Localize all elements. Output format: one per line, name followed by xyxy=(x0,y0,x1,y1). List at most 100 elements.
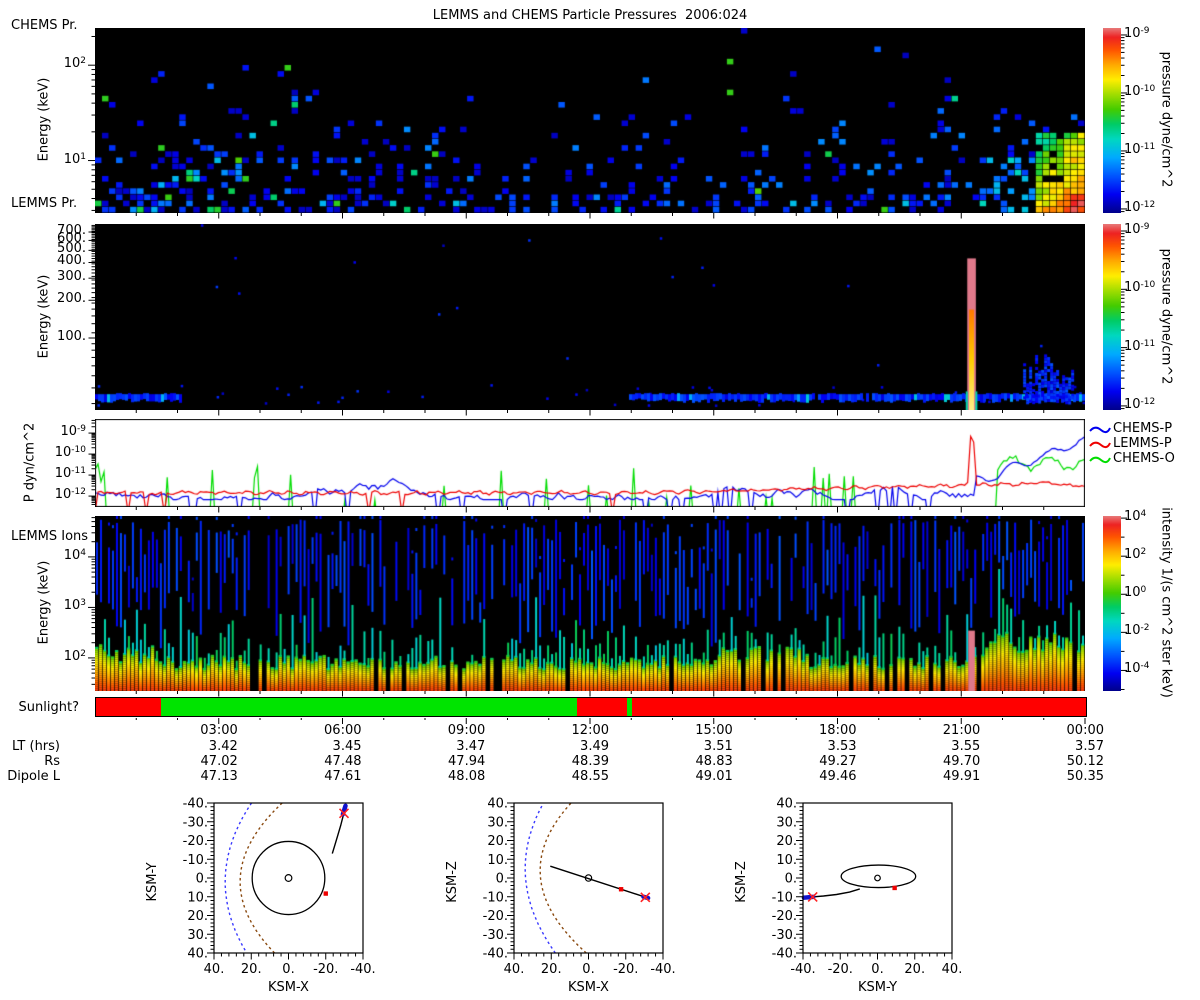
time-row-value: 47.94 xyxy=(448,754,486,769)
legend-label-CHEMS-P: CHEMS-P xyxy=(1113,421,1173,436)
sunlight-segment-red xyxy=(576,698,627,716)
orbit-tick-label: -40. xyxy=(183,797,208,812)
orbit-tick-label: 0. xyxy=(582,962,594,977)
time-tick-label: 15:00 xyxy=(695,723,733,738)
cb1-tick: 10-10 xyxy=(1124,83,1156,99)
orbit-tick-label: 40. xyxy=(942,962,963,977)
orbit-tick-label: 40. xyxy=(487,797,508,812)
orbit-tick-label: -40. xyxy=(790,962,815,977)
orbit-tick-label: 30. xyxy=(487,815,508,830)
p1-ytick: 102 xyxy=(63,56,86,72)
orbit-tick-label: -40. xyxy=(483,947,508,962)
time-row-value: 3.42 xyxy=(208,739,238,754)
sunlight-segment-red xyxy=(96,698,162,716)
p3-ytick: 10-10 xyxy=(54,445,86,461)
orbit-tick-label: 30. xyxy=(776,815,797,830)
p4-ytick: 103 xyxy=(63,598,86,614)
p1-ytick: 101 xyxy=(63,151,86,167)
time-row-value: 3.57 xyxy=(1075,739,1104,754)
cb1-tick: 10-12 xyxy=(1124,199,1156,215)
time-row-value: 3.51 xyxy=(703,739,733,754)
orbit-tick-label: -30. xyxy=(772,928,797,943)
orbit-tick-label: 40. xyxy=(187,947,208,962)
orbit-tick-label: -30. xyxy=(483,928,508,943)
time-row-value: 3.55 xyxy=(951,739,981,754)
orbit-tick-label: 40. xyxy=(204,962,225,977)
cb2-tick: 10-9 xyxy=(1124,221,1150,237)
orbit-tick-label: 0. xyxy=(785,872,797,887)
legend-line-CHEMS-O xyxy=(1089,456,1111,464)
p4-ytick: 102 xyxy=(63,648,86,664)
orbit-tick-label: -20. xyxy=(828,962,853,977)
p3-ytick: 10-12 xyxy=(54,487,86,503)
orbit-view-ksm-x-ksm-z: 40. 20. 0. -20. -40.40.30.20.10.0.-10.-20.-3… xyxy=(445,797,676,996)
legend-label-CHEMS-O: CHEMS-O xyxy=(1113,451,1175,466)
p2-ytick: 300. xyxy=(57,269,86,285)
orbit-tick-label: 20. xyxy=(776,834,797,849)
orbit-tick-label: -30. xyxy=(183,815,208,830)
orbit-tick-label: -10. xyxy=(183,853,208,868)
orbit-tick-label: 0. xyxy=(196,872,208,887)
time-row-value: 50.35 xyxy=(1066,769,1104,784)
time-tick-label: 06:00 xyxy=(324,723,362,738)
time-row-label: Rs xyxy=(44,754,60,769)
orbit-tick-label: 40. xyxy=(504,962,525,977)
orbit-tick-label: 20. xyxy=(541,962,562,977)
sunlight-bar xyxy=(95,697,1087,717)
cb2-tick: 10-12 xyxy=(1124,396,1156,412)
orbit-tick-label: -20. xyxy=(613,962,638,977)
orbit-tick-label: 20. xyxy=(187,909,208,924)
sunlight-segment-red xyxy=(632,698,1086,716)
orbit-view-ksm-x-ksm-y: 40. 20. 0. -20. -40. -40. -30. -20. -10. 0. 10. 20.… xyxy=(145,797,376,996)
orbit-tick-label: KSM-Y xyxy=(858,980,897,995)
time-tick-label: 00:00 xyxy=(1066,723,1104,738)
chems-pressure-spectrogram xyxy=(95,28,1085,213)
cb4-tick: 102 xyxy=(1124,547,1147,563)
orbit-tick-label: 20. xyxy=(904,962,925,977)
orbit-tick-label: 0. xyxy=(496,872,508,887)
orbit-tick-label: KSM-Y xyxy=(145,862,160,901)
p2-ytick: 100. xyxy=(57,329,86,344)
cb2-tick: 10-11 xyxy=(1124,338,1156,354)
cb4-tick: 100 xyxy=(1124,585,1147,601)
orbit-view-ksm-y-ksm-z: -40. -20. 0. 20. 40. 40. 30. 20. 10. 0. -10. -20. -3… xyxy=(734,797,963,996)
orbit-tick-label: -20. xyxy=(483,909,508,924)
time-row-label: Dipole L xyxy=(7,769,60,784)
legend-line-LEMMS-P xyxy=(1089,441,1111,449)
lemms-ions-spectrogram xyxy=(95,516,1085,691)
time-row-value: 50.12 xyxy=(1066,754,1104,769)
colorbar-label-intensity: intensity 1/(s cm^2 ster keV) xyxy=(1158,507,1174,698)
orbit-tick-label: -20. xyxy=(772,909,797,924)
panel-label-lemms-pr: LEMMS Pr. xyxy=(11,196,78,211)
page-title: LEMMS and CHEMS Particle Pressures 2006:… xyxy=(432,8,748,23)
p2-ytick: 700. xyxy=(57,223,86,238)
colorbar-label-pressure-2: pressure dyne/cm^2 xyxy=(1158,248,1174,385)
colorbar-pressure-2 xyxy=(1103,224,1121,410)
time-row-value: 48.83 xyxy=(695,754,733,769)
cb2-tick: 10-10 xyxy=(1124,280,1156,296)
particle-pressures-plot-page: LEMMS and CHEMS Particle Pressures 2006:… xyxy=(0,0,1200,1000)
lemms-pressure-spectrogram xyxy=(95,224,1085,410)
time-row-value: 3.53 xyxy=(827,739,857,754)
orbit-tick-label: 10. xyxy=(776,853,797,868)
legend-line-CHEMS-P xyxy=(1089,426,1111,434)
orbit-tick-label: KSM-X xyxy=(568,980,609,995)
p2-ytick: 200. xyxy=(57,291,86,307)
orbit-tick-label: KSM-X xyxy=(268,980,309,995)
orbit-tick-label: 10. xyxy=(187,890,208,905)
time-tick-label: 03:00 xyxy=(200,723,238,738)
p3-ytick: 10-11 xyxy=(54,466,86,482)
orbit-tick-label: 0. xyxy=(282,962,294,977)
orbit-tick-label: 20. xyxy=(241,962,262,977)
orbit-tick-label: 0. xyxy=(871,962,883,977)
orbit-tick-label: KSM-Z xyxy=(445,861,460,903)
orbit-tick-label: -40. xyxy=(650,962,675,977)
cb4-tick: 104 xyxy=(1124,509,1147,525)
cb1-tick: 10-9 xyxy=(1124,25,1150,41)
sunlight-segment-green xyxy=(161,698,577,716)
p3-ytick: 10-9 xyxy=(60,424,86,440)
colorbar-intensity xyxy=(1103,516,1121,691)
cb4-tick: 10-4 xyxy=(1124,661,1150,677)
orbit-tick-label: -10. xyxy=(483,890,508,905)
cb1-tick: 10-11 xyxy=(1124,141,1156,157)
